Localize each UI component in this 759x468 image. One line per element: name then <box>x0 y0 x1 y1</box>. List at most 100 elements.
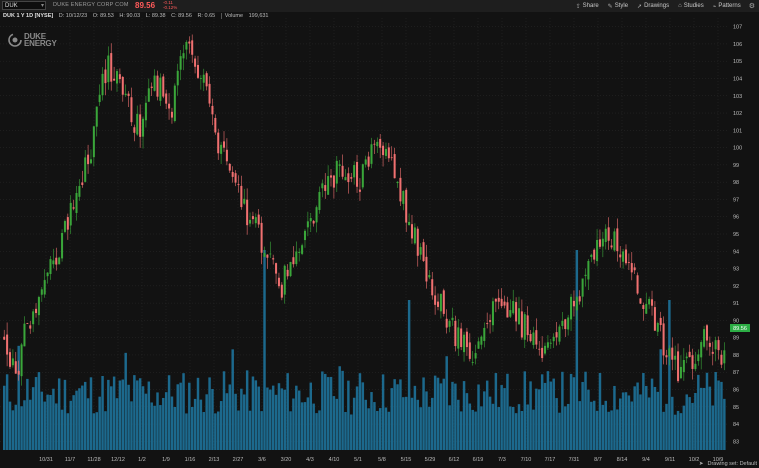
candle-body <box>659 317 662 326</box>
candle-body <box>263 253 266 257</box>
volume-bar <box>245 370 249 450</box>
volume-bar <box>439 383 443 450</box>
candle-body <box>3 336 6 340</box>
volume-bar <box>407 300 411 450</box>
y-tick-label: 103 <box>733 94 742 100</box>
volume-bar <box>425 391 428 450</box>
volume-bar <box>717 380 720 450</box>
volume-bar <box>361 382 365 450</box>
candle-body <box>503 301 506 306</box>
volume-bar <box>164 392 168 450</box>
candle-body <box>604 228 607 242</box>
candle-body <box>535 330 538 345</box>
chevron-down-icon[interactable]: ▾ <box>41 2 44 11</box>
candle-body <box>517 308 521 325</box>
symbol-input[interactable]: DUK ▾ <box>2 1 46 10</box>
volume-bar <box>694 393 697 450</box>
volume-bar <box>31 387 35 450</box>
candle-body <box>243 198 246 204</box>
candle-body <box>416 228 419 256</box>
volume-bar <box>569 373 573 450</box>
gear-icon[interactable]: ⚙ <box>749 2 755 10</box>
volume-bar <box>540 374 544 450</box>
volume-bar <box>347 380 350 450</box>
candle-body <box>269 253 272 255</box>
volume-bar <box>358 373 362 450</box>
candle-body <box>593 249 596 260</box>
candle-body <box>373 143 376 145</box>
volume-bar <box>428 406 431 450</box>
volume-bar <box>393 379 396 450</box>
volume-bar <box>451 381 454 450</box>
candle-body <box>520 311 523 338</box>
candle-body <box>121 76 124 95</box>
volume-bar <box>647 397 651 450</box>
candle-body <box>399 177 402 202</box>
style-button[interactable]: ✎ Style <box>608 3 628 10</box>
share-button[interactable]: ⇪ Share <box>576 3 599 10</box>
candle-body <box>170 111 173 118</box>
share-label: Share <box>582 3 599 9</box>
candle-body <box>78 186 81 197</box>
volume-bar <box>283 389 286 450</box>
candle-body <box>309 218 312 222</box>
candle-body <box>335 160 338 184</box>
patterns-button[interactable]: ⌁ Patterns <box>713 3 741 10</box>
studies-button[interactable]: ⌂ Studies <box>678 3 704 9</box>
candle-body <box>277 277 280 287</box>
candle-body <box>665 355 668 358</box>
patterns-icon: ⌁ <box>712 3 717 10</box>
candle-body <box>682 360 685 373</box>
candle-body <box>75 193 78 213</box>
candle-body <box>312 220 315 224</box>
volume-bar <box>318 410 321 450</box>
volume-bar <box>341 370 344 450</box>
candle-body <box>587 260 590 280</box>
drawing-set-indicator[interactable]: ➤ Drawing set: Default <box>699 461 757 467</box>
volume-bar <box>376 410 379 450</box>
y-tick-label: 91 <box>733 301 739 307</box>
volume-bar <box>578 401 581 450</box>
x-tick-label: 12/12 <box>111 457 125 463</box>
candle-body <box>182 53 185 59</box>
candle-body <box>523 314 526 340</box>
volume-bar <box>150 402 153 450</box>
volume-bar <box>37 372 41 450</box>
volume-bar <box>138 378 142 450</box>
volume-bar <box>147 381 151 450</box>
y-tick-label: 99 <box>733 163 739 169</box>
candle-body <box>512 301 515 314</box>
candle-body <box>711 351 714 354</box>
volume-bar <box>295 385 298 450</box>
patterns-label: Patterns <box>718 3 741 9</box>
candle-body <box>419 247 422 255</box>
volume-bar <box>465 393 469 450</box>
volume-bar <box>173 407 177 450</box>
price-chart[interactable]: 10/31 11/7 11/28 12/12 1/2 1/9 1/16 2/13 2/27 3/6… <box>0 12 759 468</box>
candle-body <box>107 55 110 83</box>
candle-body <box>714 340 717 350</box>
volume-bar <box>280 388 284 450</box>
drawings-button[interactable]: ➚ Drawings <box>637 3 669 10</box>
x-tick-label: 5/29 <box>425 457 436 463</box>
candle-body <box>622 251 625 262</box>
candle-body <box>717 340 720 351</box>
volume-bar <box>671 396 674 450</box>
candle-body <box>630 263 633 273</box>
volume-bar <box>459 411 463 450</box>
y-tick-label: 87 <box>733 370 739 376</box>
studies-icon: ⌂ <box>678 3 682 9</box>
volume-bar <box>300 402 304 450</box>
volume-bar <box>89 377 93 450</box>
volume-bar <box>485 380 489 450</box>
candle-body <box>538 348 541 350</box>
volume-bar <box>711 405 714 450</box>
volume-bar <box>639 394 642 450</box>
volume-bar <box>659 349 662 450</box>
volume-bar <box>326 377 330 450</box>
candle-body <box>63 221 66 232</box>
candle-body <box>700 342 703 358</box>
volume-bar <box>402 397 405 450</box>
candle-body <box>81 182 84 185</box>
candle-body <box>486 323 489 325</box>
